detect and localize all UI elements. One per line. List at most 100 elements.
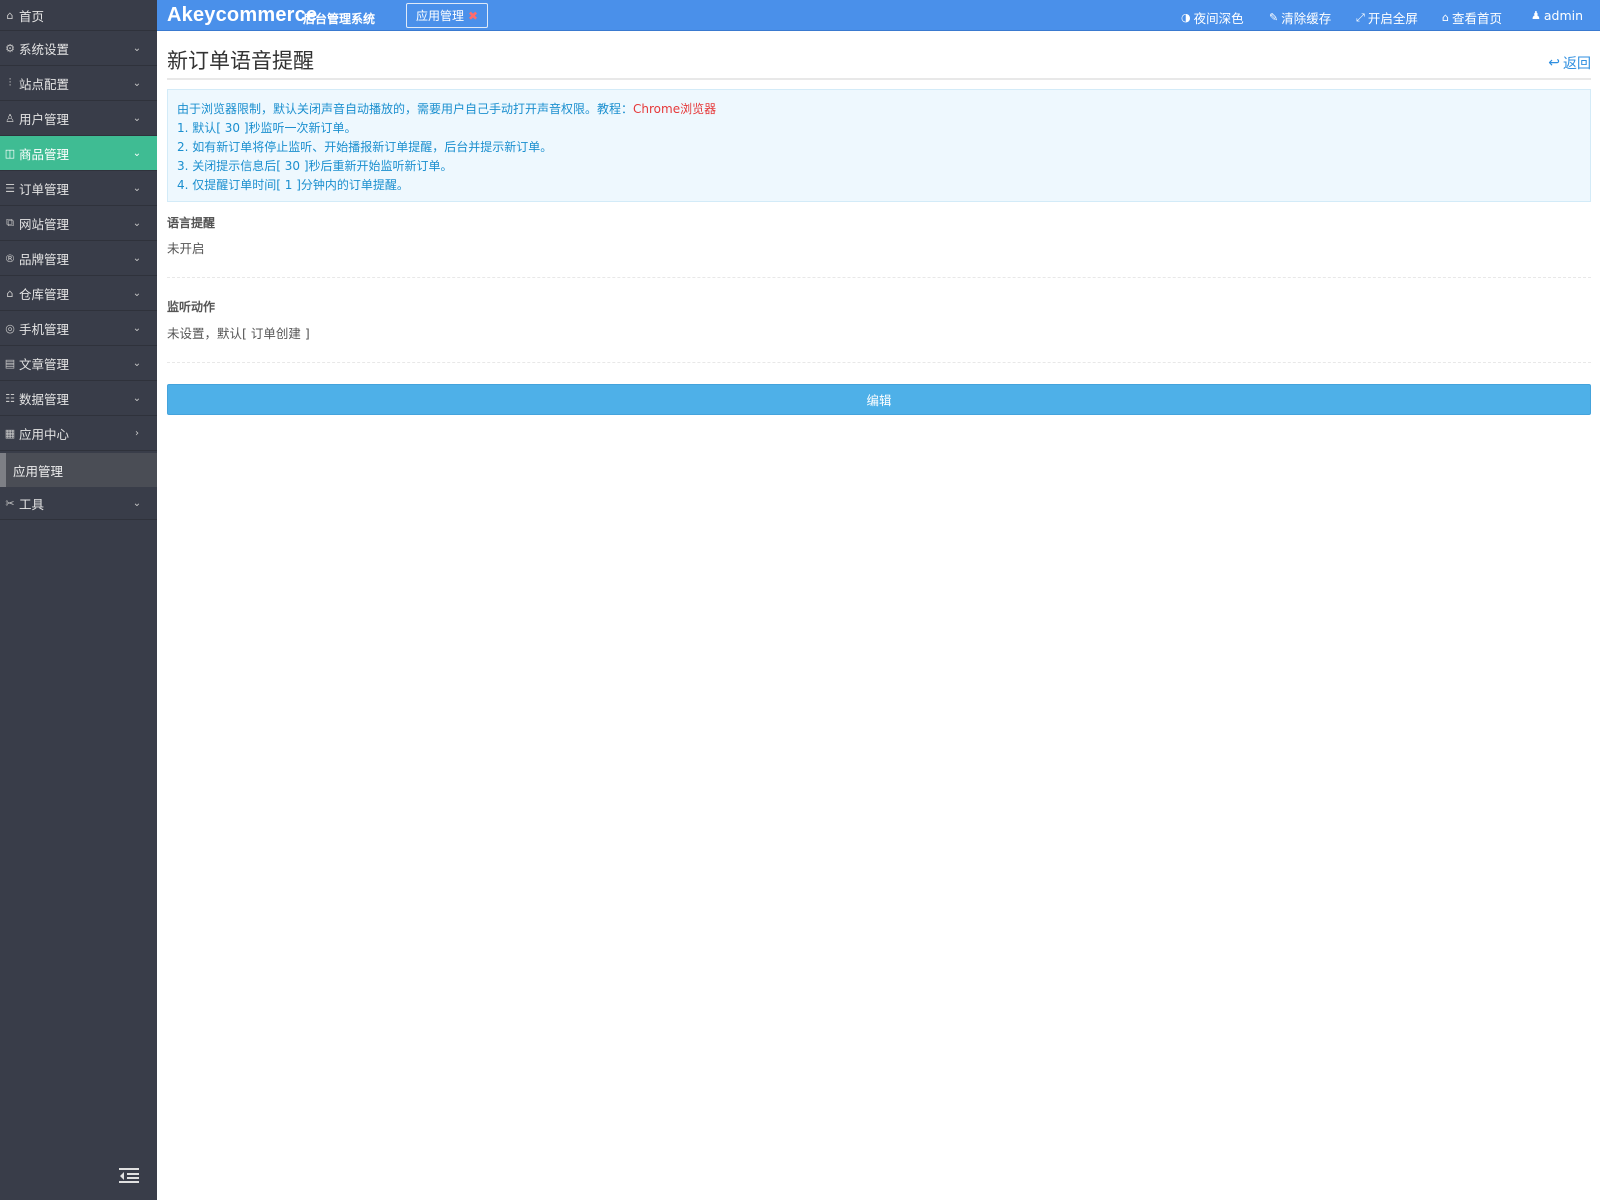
chevron-down-icon: ⌄ [132,392,142,404]
voice-reminder-label: 语言提醒 [167,216,216,230]
sidebar-subitem-label: 应用管理 [13,463,64,479]
fullscreen-label: 开启全屏 [1367,11,1418,26]
sidebar-item-site-config[interactable]: ⫶ 站点配置 ⌄ [0,66,157,101]
notice-line: 1. 默认[ 30 ]秒监听一次新订单。 [177,121,357,135]
chevron-down-icon: ⌄ [132,252,142,264]
field-divider [167,362,1591,363]
sidebar-subitem-app-management[interactable]: 应用管理 [0,453,157,487]
chevron-down-icon: ⌄ [132,147,142,159]
sidebar-item-label: 文章管理 [19,356,70,372]
sidebar-item-label: 应用中心 [19,426,70,442]
sidebar-item-label: 商品管理 [19,146,70,162]
listen-action-label: 监听动作 [167,300,216,314]
notice-line: 由于浏览器限制，默认关闭声音自动播放的，需要用户自己手动打开声音权限。教程：Ch… [177,100,1581,119]
list-icon: ☰ [5,181,15,195]
bag-icon: ◫ [4,146,16,160]
contrast-icon: ◑ [1181,11,1191,24]
fullscreen-icon: ⤢ [1356,10,1365,24]
website-icon: ⧉ [6,216,14,229]
mobile-icon: ◎ [5,321,15,335]
sidebar-item-label: 仓库管理 [19,286,70,302]
sidebar-item-label: 系统设置 [19,41,70,57]
warehouse-icon: ⌂ [6,286,14,300]
sidebar-item-app-center[interactable]: ▦ 应用中心 › [0,416,157,451]
brand-subtitle: 后台管理系统 [303,12,376,26]
chevron-down-icon: ⌄ [132,182,142,194]
clear-cache-label: 清除缓存 [1281,11,1332,26]
notice-text: 由于浏览器限制，默认关闭声音自动播放的，需要用户自己手动打开声音权限。教程： [177,102,634,116]
chevron-down-icon: ⌄ [132,217,142,229]
chevron-down-icon: ⌄ [132,287,142,299]
sidebar-item-mobile[interactable]: ◎ 手机管理 ⌄ [0,311,157,346]
sidebar-item-tools[interactable]: ✂ 工具 ⌄ [0,487,157,520]
brand-title: Akeycommerce [167,4,318,26]
sidebar-item-label: 首页 [19,8,45,24]
document-icon: ▤ [4,356,16,370]
sidebar-item-articles[interactable]: ▤ 文章管理 ⌄ [0,346,157,381]
sidebar-item-brands[interactable]: ® 品牌管理 ⌄ [0,241,157,276]
admin-label: admin [1543,8,1584,23]
top-header: Akeycommerce 后台管理系统 应用管理 ✖ ◑ 夜间深色 ✎ 清除缓存… [157,0,1600,31]
sidebar-item-label: 订单管理 [19,181,70,197]
gear-icon: ⚙ [5,41,15,55]
sidebar-item-system-settings[interactable]: ⚙ 系统设置 ⌄ [0,31,157,66]
sidebar-item-data[interactable]: ☷ 数据管理 ⌄ [0,381,157,416]
apps-icon: ▦ [4,426,16,440]
chevron-right-icon: › [135,427,139,439]
collapse-sidebar-icon[interactable] [118,1166,140,1184]
fullscreen-button[interactable]: ⤢ 开启全屏 [1356,8,1418,27]
home-icon: ⌂ [1442,11,1449,24]
sidebar-item-label: 手机管理 [19,321,70,337]
active-indicator [0,453,6,487]
brush-icon: ✎ [1269,11,1279,24]
notice-line: 4. 仅提醒订单时间[ 1 ]分钟内的订单提醒。 [177,178,409,192]
voice-reminder-value: 未开启 [167,241,205,256]
chevron-down-icon: ⌄ [132,42,142,54]
user-icon: ♙ [5,111,15,125]
view-home-label: 查看首页 [1451,11,1502,26]
sidebar-item-home[interactable]: ⌂ 首页 [0,0,157,31]
sidebar-item-label: 工具 [19,496,45,512]
notice-line: 2. 如有新订单将停止监听、开始播报新订单提醒，后台并提示新订单。 [177,140,553,154]
page-title: 新订单语音提醒 [167,49,314,73]
title-divider [167,78,1591,80]
clear-cache-button[interactable]: ✎ 清除缓存 [1269,8,1331,27]
sidebar-item-users[interactable]: ♙ 用户管理 ⌄ [0,101,157,136]
tab-label: 应用管理 [416,9,465,23]
chevron-down-icon: ⌄ [132,322,142,334]
close-icon[interactable]: ✖ [468,9,478,23]
edit-button[interactable]: 编辑 [167,384,1591,415]
sidebar-item-label: 数据管理 [19,391,70,407]
sidebar-item-warehouse[interactable]: ⌂ 仓库管理 ⌄ [0,276,157,311]
sliders-icon: ⫶ [8,76,12,89]
tab-app-management[interactable]: 应用管理 ✖ [406,3,489,28]
chrome-tutorial-link[interactable]: Chrome浏览器 [633,102,716,116]
user-icon: ♟ [1531,9,1541,22]
home-icon: ⌂ [6,8,14,22]
sidebar-item-orders[interactable]: ☰ 订单管理 ⌄ [0,171,157,206]
sidebar-item-label: 站点配置 [19,76,70,92]
listen-action-value: 未设置，默认[ 订单创建 ] [167,326,310,341]
dark-mode-label: 夜间深色 [1193,11,1244,26]
registered-icon: ® [4,251,16,265]
admin-user-menu[interactable]: ♟ admin [1531,8,1583,23]
tools-icon: ✂ [5,496,15,510]
sidebar-item-label: 品牌管理 [19,251,70,267]
chevron-down-icon: ⌄ [132,112,142,124]
notice-box: 由于浏览器限制，默认关闭声音自动播放的，需要用户自己手动打开声音权限。教程：Ch… [167,89,1591,202]
database-icon: ☷ [5,391,15,405]
sidebar-item-products[interactable]: ◫ 商品管理 ⌄ [0,136,157,171]
sidebar-item-label: 网站管理 [19,216,70,232]
sidebar: ⌂ 首页 ⚙ 系统设置 ⌄ ⫶ 站点配置 ⌄ ♙ 用户管理 ⌄ ◫ 商品管理 ⌄… [0,0,157,1200]
sidebar-item-label: 用户管理 [19,111,70,127]
back-button[interactable]: ↩ 返回 [1548,53,1591,73]
chevron-down-icon: ⌄ [132,497,142,509]
sidebar-item-website[interactable]: ⧉ 网站管理 ⌄ [0,206,157,241]
back-label: 返回 [1563,56,1591,72]
chevron-down-icon: ⌄ [132,77,142,89]
notice-line: 3. 关闭提示信息后[ 30 ]秒后重新开始监听新订单。 [177,159,453,173]
dark-mode-button[interactable]: ◑ 夜间深色 [1181,8,1244,27]
back-arrow-icon: ↩ [1548,55,1560,71]
field-divider [167,277,1591,278]
view-home-button[interactable]: ⌂ 查看首页 [1442,8,1502,27]
